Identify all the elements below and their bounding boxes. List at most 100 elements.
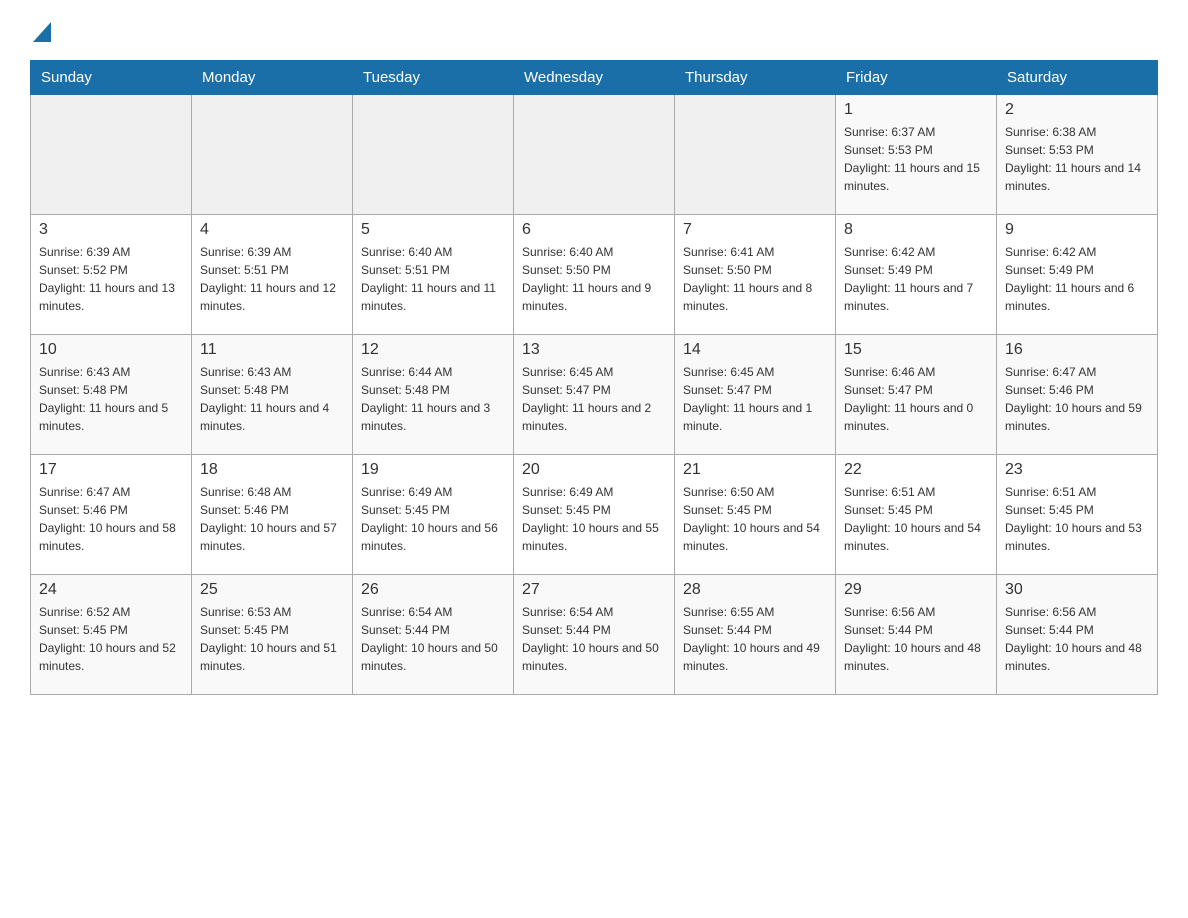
calendar-cell: 24 Sunrise: 6:52 AMSunset: 5:45 PMDayligh… <box>31 575 192 695</box>
day-info: Sunrise: 6:52 AMSunset: 5:45 PMDaylight:… <box>39 603 183 675</box>
day-number: 19 <box>361 461 505 479</box>
header-thursday: Thursday <box>675 61 836 95</box>
day-info: Sunrise: 6:45 AMSunset: 5:47 PMDaylight:… <box>522 363 666 435</box>
header-sunday: Sunday <box>31 61 192 95</box>
calendar-cell: 30 Sunrise: 6:56 AMSunset: 5:44 PMDayligh… <box>997 575 1158 695</box>
day-number: 30 <box>1005 581 1149 599</box>
header-saturday: Saturday <box>997 61 1158 95</box>
calendar-cell <box>31 95 192 215</box>
calendar-cell: 17 Sunrise: 6:47 AMSunset: 5:46 PMDayligh… <box>31 455 192 575</box>
day-info: Sunrise: 6:39 AMSunset: 5:51 PMDaylight:… <box>200 243 344 315</box>
day-info: Sunrise: 6:49 AMSunset: 5:45 PMDaylight:… <box>361 483 505 555</box>
day-info: Sunrise: 6:37 AMSunset: 5:53 PMDaylight:… <box>844 123 988 195</box>
day-info: Sunrise: 6:44 AMSunset: 5:48 PMDaylight:… <box>361 363 505 435</box>
day-info: Sunrise: 6:46 AMSunset: 5:47 PMDaylight:… <box>844 363 988 435</box>
day-info: Sunrise: 6:45 AMSunset: 5:47 PMDaylight:… <box>683 363 827 435</box>
day-number: 21 <box>683 461 827 479</box>
week-row-5: 24 Sunrise: 6:52 AMSunset: 5:45 PMDayligh… <box>31 575 1158 695</box>
day-number: 5 <box>361 221 505 239</box>
day-number: 18 <box>200 461 344 479</box>
calendar-cell: 12 Sunrise: 6:44 AMSunset: 5:48 PMDayligh… <box>353 335 514 455</box>
header-friday: Friday <box>836 61 997 95</box>
calendar-cell: 3 Sunrise: 6:39 AMSunset: 5:52 PMDaylight… <box>31 215 192 335</box>
day-info: Sunrise: 6:54 AMSunset: 5:44 PMDaylight:… <box>361 603 505 675</box>
day-info: Sunrise: 6:41 AMSunset: 5:50 PMDaylight:… <box>683 243 827 315</box>
calendar-cell: 22 Sunrise: 6:51 AMSunset: 5:45 PMDayligh… <box>836 455 997 575</box>
day-info: Sunrise: 6:51 AMSunset: 5:45 PMDaylight:… <box>1005 483 1149 555</box>
day-number: 10 <box>39 341 183 359</box>
calendar-cell <box>675 95 836 215</box>
day-info: Sunrise: 6:54 AMSunset: 5:44 PMDaylight:… <box>522 603 666 675</box>
day-info: Sunrise: 6:56 AMSunset: 5:44 PMDaylight:… <box>844 603 988 675</box>
calendar-cell <box>353 95 514 215</box>
week-row-4: 17 Sunrise: 6:47 AMSunset: 5:46 PMDayligh… <box>31 455 1158 575</box>
day-number: 20 <box>522 461 666 479</box>
day-info: Sunrise: 6:48 AMSunset: 5:46 PMDaylight:… <box>200 483 344 555</box>
day-number: 29 <box>844 581 988 599</box>
calendar-cell: 16 Sunrise: 6:47 AMSunset: 5:46 PMDayligh… <box>997 335 1158 455</box>
day-number: 1 <box>844 101 988 119</box>
calendar-cell: 2 Sunrise: 6:38 AMSunset: 5:53 PMDaylight… <box>997 95 1158 215</box>
day-number: 28 <box>683 581 827 599</box>
calendar-cell: 26 Sunrise: 6:54 AMSunset: 5:44 PMDayligh… <box>353 575 514 695</box>
day-info: Sunrise: 6:47 AMSunset: 5:46 PMDaylight:… <box>1005 363 1149 435</box>
day-number: 22 <box>844 461 988 479</box>
day-number: 16 <box>1005 341 1149 359</box>
logo <box>30 20 51 40</box>
day-info: Sunrise: 6:53 AMSunset: 5:45 PMDaylight:… <box>200 603 344 675</box>
day-number: 4 <box>200 221 344 239</box>
day-number: 26 <box>361 581 505 599</box>
day-number: 2 <box>1005 101 1149 119</box>
day-info: Sunrise: 6:50 AMSunset: 5:45 PMDaylight:… <box>683 483 827 555</box>
logo-triangle-icon <box>33 22 51 42</box>
calendar-cell: 7 Sunrise: 6:41 AMSunset: 5:50 PMDaylight… <box>675 215 836 335</box>
day-info: Sunrise: 6:55 AMSunset: 5:44 PMDaylight:… <box>683 603 827 675</box>
calendar-cell: 18 Sunrise: 6:48 AMSunset: 5:46 PMDayligh… <box>192 455 353 575</box>
calendar-cell: 25Sunrise: 6:53 AMSunset: 5:45 PMDayligh… <box>192 575 353 695</box>
day-info: Sunrise: 6:56 AMSunset: 5:44 PMDaylight:… <box>1005 603 1149 675</box>
calendar-cell: 9 Sunrise: 6:42 AMSunset: 5:49 PMDaylight… <box>997 215 1158 335</box>
calendar-cell: 28 Sunrise: 6:55 AMSunset: 5:44 PMDayligh… <box>675 575 836 695</box>
day-number: 12 <box>361 341 505 359</box>
day-number: 6 <box>522 221 666 239</box>
calendar-cell: 14 Sunrise: 6:45 AMSunset: 5:47 PMDayligh… <box>675 335 836 455</box>
day-info: Sunrise: 6:42 AMSunset: 5:49 PMDaylight:… <box>1005 243 1149 315</box>
calendar-cell: 23 Sunrise: 6:51 AMSunset: 5:45 PMDayligh… <box>997 455 1158 575</box>
day-number: 14 <box>683 341 827 359</box>
day-number: 23 <box>1005 461 1149 479</box>
day-number: 27 <box>522 581 666 599</box>
day-info: Sunrise: 6:49 AMSunset: 5:45 PMDaylight:… <box>522 483 666 555</box>
calendar-table: SundayMondayTuesdayWednesdayThursdayFrid… <box>30 60 1158 695</box>
calendar-cell: 27 Sunrise: 6:54 AMSunset: 5:44 PMDayligh… <box>514 575 675 695</box>
calendar-cell <box>192 95 353 215</box>
day-number: 15 <box>844 341 988 359</box>
calendar-cell: 8Sunrise: 6:42 AMSunset: 5:49 PMDaylight… <box>836 215 997 335</box>
day-info: Sunrise: 6:39 AMSunset: 5:52 PMDaylight:… <box>39 243 183 315</box>
day-info: Sunrise: 6:51 AMSunset: 5:45 PMDaylight:… <box>844 483 988 555</box>
week-row-2: 3 Sunrise: 6:39 AMSunset: 5:52 PMDaylight… <box>31 215 1158 335</box>
header-tuesday: Tuesday <box>353 61 514 95</box>
day-number: 24 <box>39 581 183 599</box>
calendar-cell: 11Sunrise: 6:43 AMSunset: 5:48 PMDayligh… <box>192 335 353 455</box>
day-info: Sunrise: 6:43 AMSunset: 5:48 PMDaylight:… <box>200 363 344 435</box>
day-number: 9 <box>1005 221 1149 239</box>
day-info: Sunrise: 6:42 AMSunset: 5:49 PMDaylight:… <box>844 243 988 315</box>
header-monday: Monday <box>192 61 353 95</box>
header-wednesday: Wednesday <box>514 61 675 95</box>
calendar-cell: 19 Sunrise: 6:49 AMSunset: 5:45 PMDayligh… <box>353 455 514 575</box>
week-row-3: 10 Sunrise: 6:43 AMSunset: 5:48 PMDayligh… <box>31 335 1158 455</box>
calendar-cell: 29 Sunrise: 6:56 AMSunset: 5:44 PMDayligh… <box>836 575 997 695</box>
day-number: 17 <box>39 461 183 479</box>
calendar-cell <box>514 95 675 215</box>
calendar-cell: 15 Sunrise: 6:46 AMSunset: 5:47 PMDayligh… <box>836 335 997 455</box>
calendar-header-row: SundayMondayTuesdayWednesdayThursdayFrid… <box>31 61 1158 95</box>
day-info: Sunrise: 6:38 AMSunset: 5:53 PMDaylight:… <box>1005 123 1149 195</box>
calendar-cell: 20 Sunrise: 6:49 AMSunset: 5:45 PMDayligh… <box>514 455 675 575</box>
day-info: Sunrise: 6:47 AMSunset: 5:46 PMDaylight:… <box>39 483 183 555</box>
day-number: 7 <box>683 221 827 239</box>
day-number: 3 <box>39 221 183 239</box>
day-info: Sunrise: 6:40 AMSunset: 5:51 PMDaylight:… <box>361 243 505 315</box>
calendar-cell: 6Sunrise: 6:40 AMSunset: 5:50 PMDaylight… <box>514 215 675 335</box>
calendar-cell: 5 Sunrise: 6:40 AMSunset: 5:51 PMDaylight… <box>353 215 514 335</box>
calendar-cell: 13Sunrise: 6:45 AMSunset: 5:47 PMDayligh… <box>514 335 675 455</box>
